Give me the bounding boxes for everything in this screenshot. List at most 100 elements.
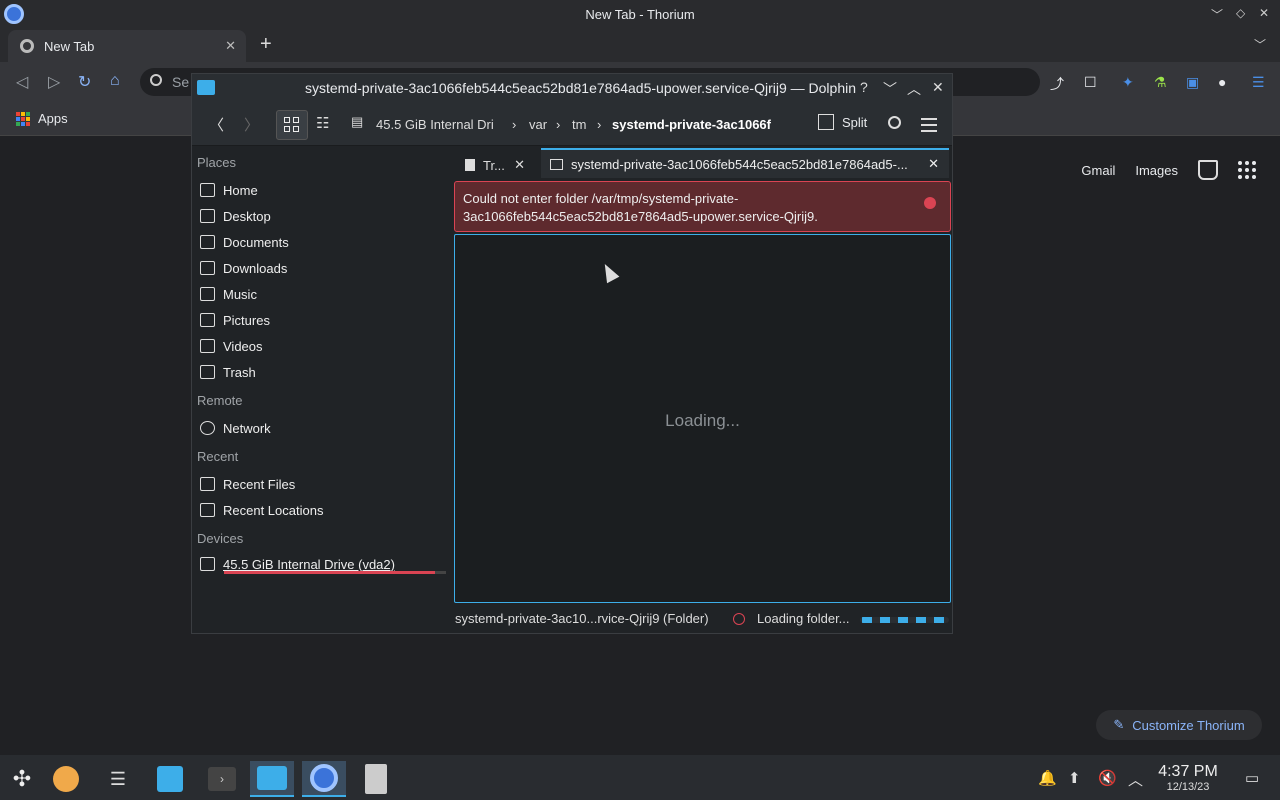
status-loading: Loading folder... <box>757 611 850 626</box>
reload-icon[interactable]: ↻ <box>78 72 91 92</box>
trash-icon <box>200 365 215 379</box>
breadcrumb-current[interactable]: systemd-private-3ac1066f <box>612 117 771 132</box>
bookmark-icon[interactable]: ☐ <box>1084 74 1097 91</box>
home-icon[interactable]: ⌂ <box>110 72 120 90</box>
google-apps-icon[interactable] <box>1238 161 1256 179</box>
menu-icon[interactable]: ☰ <box>1252 74 1265 91</box>
folder-view[interactable]: Loading... <box>454 234 951 603</box>
apps-bookmark[interactable]: Apps <box>38 111 68 126</box>
tab-label: Tr... <box>483 157 505 173</box>
drive-icon: ▤ <box>351 114 364 129</box>
drive-icon <box>200 557 215 571</box>
breadcrumb-var[interactable]: var <box>529 117 547 132</box>
breadcrumb-tmp[interactable]: tm <box>572 117 586 132</box>
customize-label: Customize Thorium <box>1132 717 1245 733</box>
tab-systemd-private[interactable]: systemd-private-3ac1066feb544c5eac52bd81… <box>541 148 949 178</box>
settings-icon[interactable]: ☰ <box>96 761 140 797</box>
omnibox-placeholder: Se <box>172 74 190 90</box>
split-label: Split <box>842 114 868 130</box>
places-item-label: Desktop <box>223 208 271 224</box>
places-item-home[interactable]: Home <box>200 179 258 201</box>
breadcrumb-drive[interactable]: 45.5 GiB Internal Dri <box>376 117 494 132</box>
places-item-music[interactable]: Music <box>200 283 257 305</box>
places-item-documents[interactable]: Documents <box>200 231 289 253</box>
close-icon[interactable]: ✕ <box>932 79 944 96</box>
browser-titlebar: New Tab - Thorium ﹀ ◇ ✕ <box>0 0 1280 28</box>
back-icon[interactable]: ◁ <box>16 72 28 92</box>
close-icon[interactable]: ✕ <box>1259 6 1269 20</box>
desktop-icon <box>200 209 215 223</box>
labs-icon[interactable]: ⚗ <box>1154 74 1167 91</box>
close-tab-icon[interactable]: ✕ <box>514 157 525 173</box>
updates-icon[interactable]: ⬆ <box>1068 769 1081 787</box>
side-panel-icon[interactable]: ▣ <box>1186 74 1199 91</box>
split-icon <box>818 114 834 130</box>
chrome-favicon-icon <box>20 39 34 53</box>
places-item-label: Music <box>223 286 257 302</box>
tab-search-icon[interactable]: ﹀ <box>1254 36 1266 53</box>
places-item-label: Home <box>223 182 258 198</box>
places-item-desktop[interactable]: Desktop <box>200 205 271 227</box>
drive-usage-bar <box>224 571 446 574</box>
pictures-icon <box>200 313 215 327</box>
discover-store-icon[interactable] <box>148 761 192 797</box>
dismiss-error-icon[interactable] <box>924 197 936 209</box>
terminal-icon[interactable]: › <box>200 761 244 797</box>
places-section-title: Places <box>197 155 237 170</box>
browser-tab-title: New Tab <box>44 38 95 54</box>
apps-icon[interactable] <box>16 112 30 126</box>
details-view-icon[interactable]: ☷ <box>316 114 329 132</box>
stop-loading-icon[interactable] <box>733 613 745 625</box>
tab-trash[interactable]: Tr... ✕ <box>455 150 537 180</box>
gmail-link[interactable]: Gmail <box>1081 163 1115 178</box>
forward-icon[interactable]: ▷ <box>48 72 60 92</box>
places-item-videos[interactable]: Videos <box>200 335 263 357</box>
archive-manager-icon[interactable] <box>354 761 398 797</box>
new-tab-button[interactable]: + <box>260 33 272 56</box>
labs-flask-icon[interactable] <box>1198 160 1218 180</box>
dolphin-window-title: systemd-private-3ac1066feb544c5eac52bd81… <box>305 80 856 96</box>
dolphin-taskbar-icon[interactable] <box>250 761 294 797</box>
places-item-recent-files[interactable]: Recent Files <box>200 473 295 495</box>
close-tab-icon[interactable]: ✕ <box>928 156 939 172</box>
thorium-taskbar-icon[interactable] <box>302 761 346 797</box>
clock[interactable]: 4:37 PM 12/13/23 <box>1153 763 1223 793</box>
breadcrumb-separator: › <box>597 117 602 132</box>
user-avatar-icon[interactable] <box>44 761 88 797</box>
places-item-recent-locations[interactable]: Recent Locations <box>200 499 323 521</box>
places-item-pictures[interactable]: Pictures <box>200 309 270 331</box>
volume-muted-icon[interactable]: 🔇 <box>1098 769 1117 787</box>
tray-expand-icon[interactable]: ︿ <box>1128 769 1143 790</box>
application-launcher-icon[interactable]: ✣ <box>0 761 44 797</box>
maximize-icon[interactable]: ◇ <box>1236 6 1245 20</box>
split-button[interactable]: Split <box>818 114 867 130</box>
hamburger-menu-icon[interactable] <box>921 118 937 136</box>
profile-icon[interactable]: ● <box>1218 74 1226 90</box>
images-link[interactable]: Images <box>1135 163 1178 178</box>
extensions-icon[interactable]: ✦ <box>1122 74 1134 91</box>
browser-tab[interactable]: New Tab ✕ <box>8 30 246 62</box>
home-icon <box>200 183 215 197</box>
notifications-icon[interactable]: 🔔 <box>1038 769 1057 787</box>
show-desktop-icon[interactable]: ▭ <box>1245 769 1259 787</box>
videos-icon <box>200 339 215 353</box>
icons-view-button[interactable] <box>276 110 308 140</box>
places-item-label: Downloads <box>223 260 288 276</box>
places-item-downloads[interactable]: Downloads <box>200 257 287 279</box>
minimize-icon[interactable]: ﹀ <box>883 79 897 99</box>
search-icon[interactable] <box>888 116 901 129</box>
share-icon[interactable]: ⤴ <box>1050 74 1064 94</box>
help-icon[interactable]: ? <box>860 79 868 95</box>
breadcrumb-separator: › <box>512 117 517 132</box>
places-item-label: Pictures <box>223 312 270 328</box>
places-item-label: Trash <box>223 364 256 380</box>
forward-icon[interactable]: 〉 <box>244 114 259 135</box>
customize-button[interactable]: ✎ Customize Thorium <box>1096 710 1262 740</box>
close-tab-icon[interactable]: ✕ <box>225 38 236 54</box>
recent-locations-icon <box>200 503 215 517</box>
places-item-trash[interactable]: Trash <box>200 361 256 383</box>
minimize-icon[interactable]: ﹀ <box>1211 6 1223 23</box>
places-item-network[interactable]: Network <box>200 417 271 439</box>
maximize-icon[interactable]: ︿ <box>907 79 921 99</box>
back-icon[interactable]: 〈 <box>209 114 224 135</box>
